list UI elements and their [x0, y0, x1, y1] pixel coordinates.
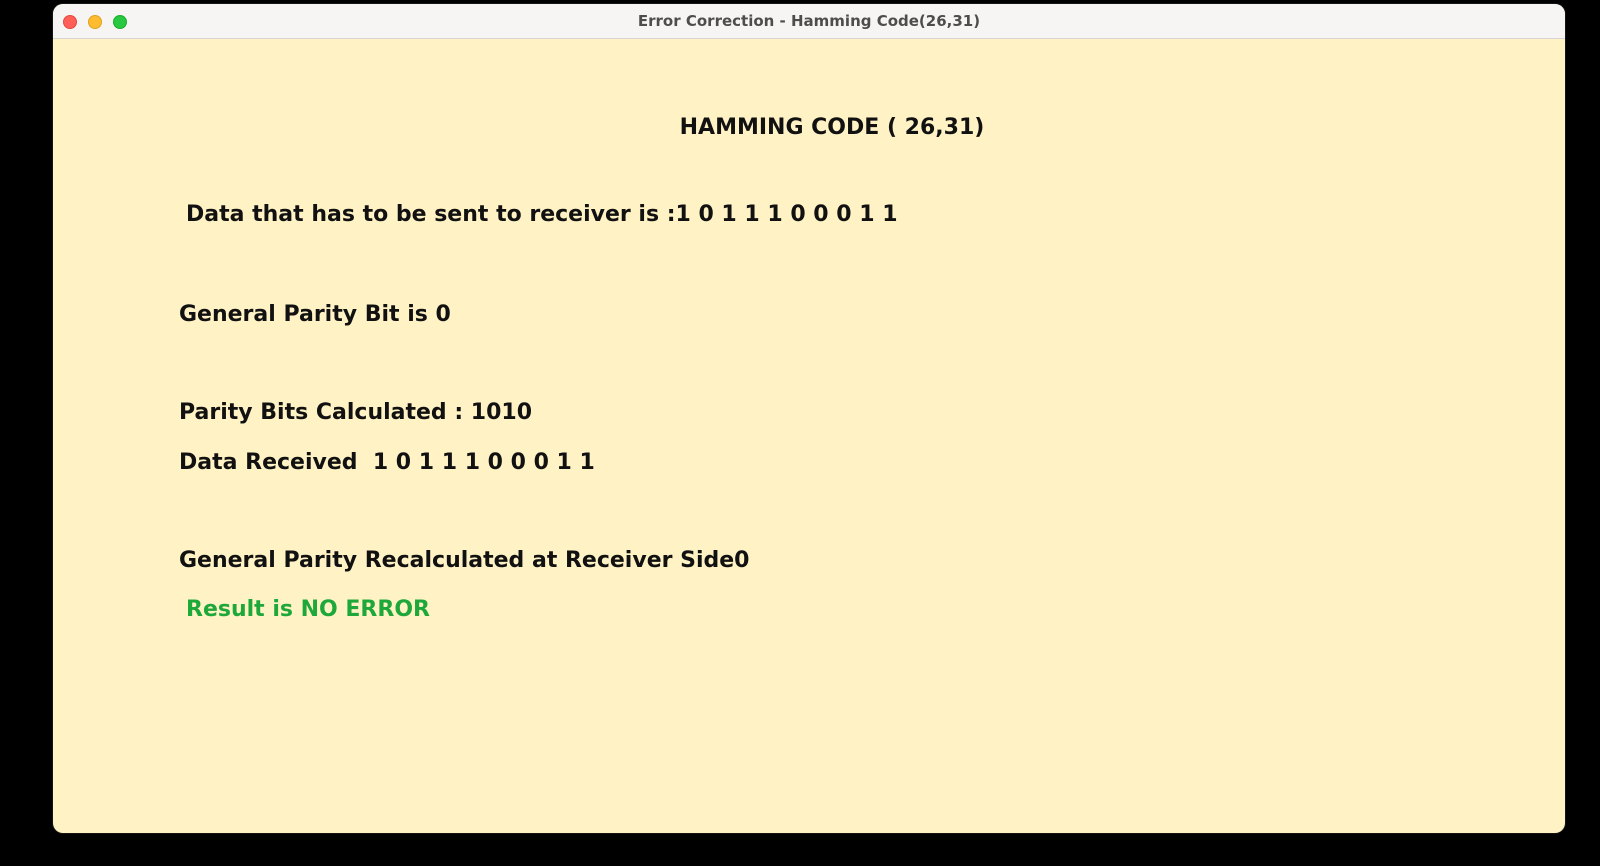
general-parity-text: General Parity Bit is 0 — [179, 302, 451, 327]
page-heading: HAMMING CODE ( 26,31) — [53, 90, 1565, 165]
data-received-text: Data Received 1 0 1 1 1 0 0 0 1 1 — [179, 450, 595, 475]
result-text: Result is NO ERROR — [186, 597, 430, 622]
content-panel: HAMMING CODE ( 26,31) Data that has to b… — [53, 40, 1565, 833]
window-title: Error Correction - Hamming Code(26,31) — [637, 12, 981, 30]
data-sent-text: Data that has to be sent to receiver is … — [186, 202, 898, 227]
parity-bits-text: Parity Bits Calculated : 1010 — [179, 400, 533, 425]
parity-recalculated-text: General Parity Recalculated at Receiver … — [179, 548, 750, 573]
app-window: Error Correction - Hamming Code(26,31) H… — [53, 4, 1565, 833]
title-bar[interactable]: Error Correction - Hamming Code(26,31) — [53, 4, 1565, 39]
page-heading-text: HAMMING CODE ( 26,31) — [679, 115, 985, 140]
